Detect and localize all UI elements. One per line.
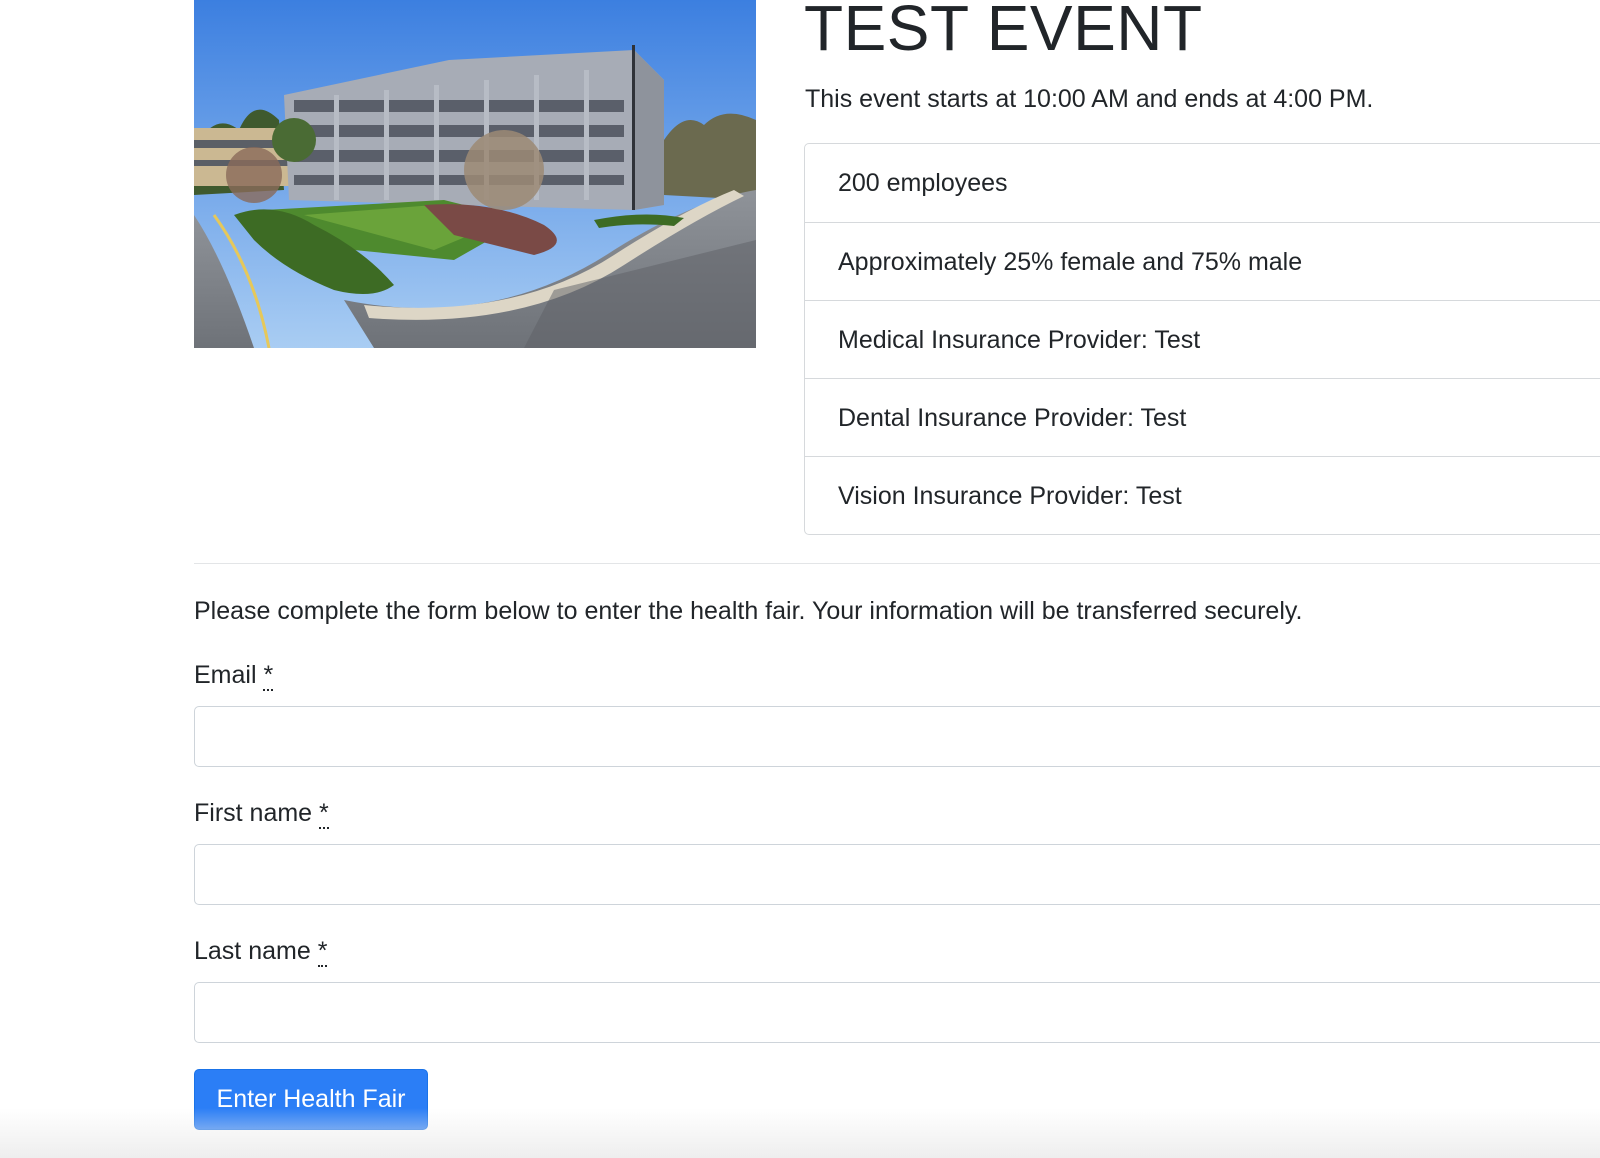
event-time-text: This event starts at 10:00 AM and ends a… xyxy=(805,85,1374,113)
last-name-label-text: Last name xyxy=(194,937,311,965)
detail-medical-insurance: Medical Insurance Provider: Test xyxy=(805,300,1600,378)
detail-employees: 200 employees xyxy=(838,169,1008,197)
detail-vision-insurance: Vision Insurance Provider: Test xyxy=(805,456,1600,534)
form-intro-text: Please complete the form below to enter … xyxy=(194,597,1303,625)
last-name-label: Last name * xyxy=(194,934,328,968)
detail-dental-insurance: Dental Insurance Provider: Test xyxy=(805,378,1600,456)
detail-gender-ratio: Approximately 25% female and 75% male xyxy=(805,222,1600,300)
event-photo xyxy=(194,0,756,348)
event-title: TEST EVENT xyxy=(804,0,1203,64)
email-input[interactable] xyxy=(194,706,1600,767)
first-name-label-text: First name xyxy=(194,799,313,827)
required-marker: * xyxy=(317,937,328,967)
enter-health-fair-button[interactable]: Enter Health Fair xyxy=(194,1069,428,1130)
first-name-input[interactable] xyxy=(194,844,1600,905)
email-label-text: Email xyxy=(194,661,257,689)
required-marker: * xyxy=(263,661,274,691)
section-divider xyxy=(194,563,1600,564)
page: TEST EVENT This event starts at 10:00 AM… xyxy=(0,0,1600,1158)
email-label: Email * xyxy=(194,658,274,692)
required-marker: * xyxy=(319,799,329,829)
event-details-list: 200 employees Approximately 25% female a… xyxy=(804,143,1600,535)
first-name-label: First name * xyxy=(194,796,329,830)
last-name-input[interactable] xyxy=(194,982,1600,1043)
